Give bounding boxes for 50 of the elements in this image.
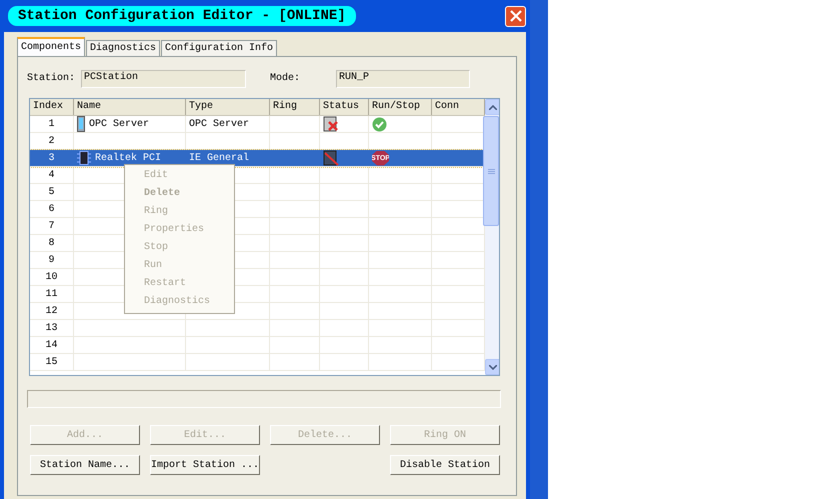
table-row[interactable]: 15 <box>30 354 485 371</box>
field-label: Station: <box>27 73 76 84</box>
button[interactable]: Import Station ... <box>150 455 260 475</box>
column-header[interactable]: Index <box>30 99 74 115</box>
column-header[interactable]: Ring <box>270 99 320 115</box>
button[interactable]: Station Name... <box>30 455 140 475</box>
index-cell: 12 <box>30 303 74 319</box>
index-cell: 4 <box>30 167 74 183</box>
index-cell: 9 <box>30 252 74 268</box>
column-header[interactable]: Type <box>186 99 270 115</box>
network-card-icon <box>77 151 91 165</box>
table-row[interactable]: 13 <box>30 320 485 337</box>
index-cell: 13 <box>30 320 74 336</box>
tab[interactable]: Components <box>17 37 86 56</box>
type-cell: IE General <box>189 152 250 164</box>
mode-field: RUN_P <box>336 70 470 88</box>
grip-icon <box>488 168 494 174</box>
table-row[interactable]: 14 <box>30 337 485 354</box>
scrollbar-thumb[interactable] <box>483 116 499 226</box>
device-error-icon <box>323 116 339 132</box>
table-row[interactable]: 1 OPC Server OPC Server <box>30 116 485 133</box>
column-header[interactable]: Status <box>320 99 369 115</box>
device-disconnected-icon <box>323 150 339 166</box>
type-cell: OPC Server <box>189 118 250 130</box>
server-icon <box>77 116 85 132</box>
column-header[interactable]: Name <box>74 99 186 115</box>
index-cell: 11 <box>30 286 74 302</box>
index-cell: 15 <box>30 354 74 370</box>
name-cell: Realtek PCI <box>95 152 162 164</box>
index-cell: 10 <box>30 269 74 285</box>
index-cell: 7 <box>30 218 74 234</box>
tab[interactable]: Diagnostics <box>86 40 160 56</box>
window-title: Station Configuration Editor - [ONLINE] <box>8 6 356 26</box>
scroll-down-button[interactable] <box>485 359 499 375</box>
index-cell: 3 <box>30 150 74 166</box>
index-cell: 6 <box>30 201 74 217</box>
index-cell: 5 <box>30 184 74 200</box>
station-field: PCStation <box>81 70 246 88</box>
scroll-up-button[interactable] <box>485 99 499 115</box>
field-label: Mode: <box>270 73 302 84</box>
index-cell: 14 <box>30 337 74 353</box>
close-button[interactable] <box>505 6 526 26</box>
tab[interactable]: Configuration Info <box>161 40 278 56</box>
close-icon <box>510 10 522 22</box>
index-cell: 1 <box>30 116 74 132</box>
check-icon <box>372 116 387 132</box>
index-cell: 8 <box>30 235 74 251</box>
name-cell: OPC Server <box>89 118 150 130</box>
button[interactable]: Disable Station <box>390 455 500 475</box>
column-header[interactable]: Run/Stop <box>369 99 432 115</box>
